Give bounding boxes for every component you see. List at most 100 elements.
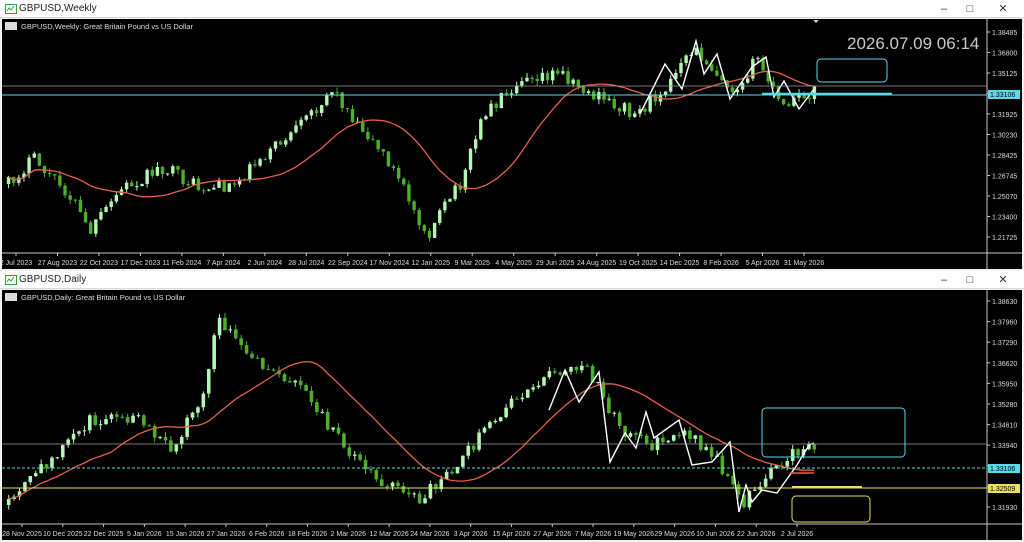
date-label: 19 May 2026 [614, 531, 655, 538]
price-label: 1.26745 [992, 174, 1017, 181]
bullish-candle [479, 119, 483, 140]
bullish-candle [669, 78, 673, 92]
daily-chart-canvas[interactable]: GBPUSD,Daily: Great Britain Pound vs US … [2, 290, 1022, 540]
bearish-candle [530, 77, 534, 80]
chart-legend: GBPUSD,Daily: Great Britain Pound vs US … [21, 293, 186, 302]
date-label: 4 May 2025 [495, 260, 532, 267]
date-label: 12 Mar 2026 [369, 531, 408, 538]
bullish-candle [473, 139, 478, 149]
bearish-candle [715, 70, 719, 76]
close-button[interactable]: ✕ [990, 271, 1016, 289]
bearish-candle [271, 369, 276, 371]
price-label: 1.23400 [992, 215, 1017, 222]
bullish-candle [99, 212, 103, 220]
price-label: 1.34610 [992, 423, 1017, 430]
date-label: 14 Dec 2025 [660, 260, 700, 267]
bullish-candle [763, 478, 768, 487]
bullish-candle [412, 493, 416, 495]
close-button[interactable]: ✕ [990, 0, 1016, 18]
price-label: 1.28425 [992, 153, 1017, 160]
date-label: 5 Jan 2026 [127, 531, 162, 538]
bullish-candle [155, 166, 160, 176]
bullish-candle [756, 57, 760, 59]
maximize-button[interactable]: □ [957, 0, 983, 18]
target-zone-box [761, 407, 906, 458]
bullish-candle [23, 482, 27, 492]
date-label: 22 Jun 2026 [737, 531, 776, 538]
bearish-candle [515, 398, 519, 400]
date-label: 2 Jun 2024 [248, 260, 283, 267]
shift-marker-icon [813, 20, 819, 23]
bullish-candle [498, 417, 503, 421]
bid-price-label: 1.33106 [990, 92, 1015, 99]
date-label: 15 Apr 2026 [493, 531, 531, 538]
weekly-chart-canvas[interactable]: GBPUSD,Weekly: Great Britain Pound vs US… [2, 19, 1022, 269]
bullish-candle [77, 431, 81, 434]
bearish-candle [239, 338, 243, 346]
weekly-chart-svg[interactable]: GBPUSD,Weekly: Great Britain Pound vs US… [2, 19, 1022, 269]
bearish-candle [181, 169, 185, 185]
bullish-candle [612, 412, 617, 414]
daily-title-bar[interactable]: GBPUSD,Daily – □ ✕ [0, 271, 1024, 289]
bullish-candle [27, 157, 31, 174]
weekly-title-bar[interactable]: GBPUSD,Weekly – □ ✕ [0, 0, 1024, 18]
moving-average-line [8, 70, 815, 198]
bullish-candle [515, 85, 519, 94]
bullish-candle [488, 422, 492, 428]
date-label: 15 Jan 2026 [166, 531, 205, 538]
price-label: 1.35125 [992, 71, 1017, 78]
bullish-candle [520, 81, 524, 86]
minimize-button[interactable]: – [931, 0, 957, 18]
bearish-candle [58, 175, 62, 186]
bullish-candle [448, 199, 452, 202]
bearish-candle [176, 166, 180, 170]
date-label: 2 Mar 2026 [331, 531, 367, 538]
bullish-candle [461, 455, 465, 467]
price-label: 1.38485 [992, 30, 1017, 37]
bullish-candle [268, 148, 273, 160]
bullish-candle [536, 385, 541, 388]
bullish-candle [94, 219, 98, 234]
target-box [816, 58, 888, 83]
bullish-candle [299, 119, 303, 126]
bullish-candle [88, 415, 92, 431]
bullish-candle [812, 86, 817, 99]
bullish-candle [666, 440, 671, 443]
minimize-button[interactable]: – [931, 271, 957, 289]
bearish-candle [325, 411, 330, 430]
bullish-candle [607, 98, 611, 100]
bearish-candle [704, 60, 709, 65]
bullish-candle [6, 499, 11, 505]
bearish-candle [288, 381, 292, 383]
bearish-candle [688, 430, 692, 439]
price-label: 1.37290 [992, 340, 1017, 347]
bearish-candle [552, 371, 557, 373]
daily-chart-svg[interactable]: GBPUSD,Daily: Great Britain Pound vs US … [2, 290, 1022, 540]
date-label: 31 May 2026 [784, 260, 825, 267]
bullish-candle [325, 94, 329, 106]
bullish-candle [320, 411, 325, 413]
bearish-candle [125, 417, 130, 423]
bullish-candle [468, 148, 473, 170]
date-label: 28 Jul 2024 [288, 260, 324, 267]
date-label: 27 Aug 2023 [38, 260, 77, 267]
maximize-button[interactable]: □ [957, 271, 983, 289]
bearish-candle [617, 412, 622, 426]
bullish-candle [109, 201, 113, 207]
date-label: 29 May 2026 [654, 531, 695, 538]
bearish-candle [147, 425, 152, 427]
bullish-candle [201, 393, 206, 408]
date-label: 10 Jun 2026 [696, 531, 735, 538]
bullish-candle [542, 377, 546, 386]
bullish-candle [330, 92, 334, 95]
bearish-candle [160, 166, 165, 174]
price-label: 1.33940 [992, 443, 1017, 450]
bearish-candle [407, 492, 411, 494]
bullish-candle [597, 92, 601, 100]
date-label: 6 Feb 2026 [249, 531, 285, 538]
bearish-candle [545, 72, 550, 81]
bullish-candle [109, 414, 114, 420]
bearish-candle [142, 415, 146, 426]
legend-flag-icon [5, 22, 17, 30]
bullish-candle [352, 454, 357, 456]
